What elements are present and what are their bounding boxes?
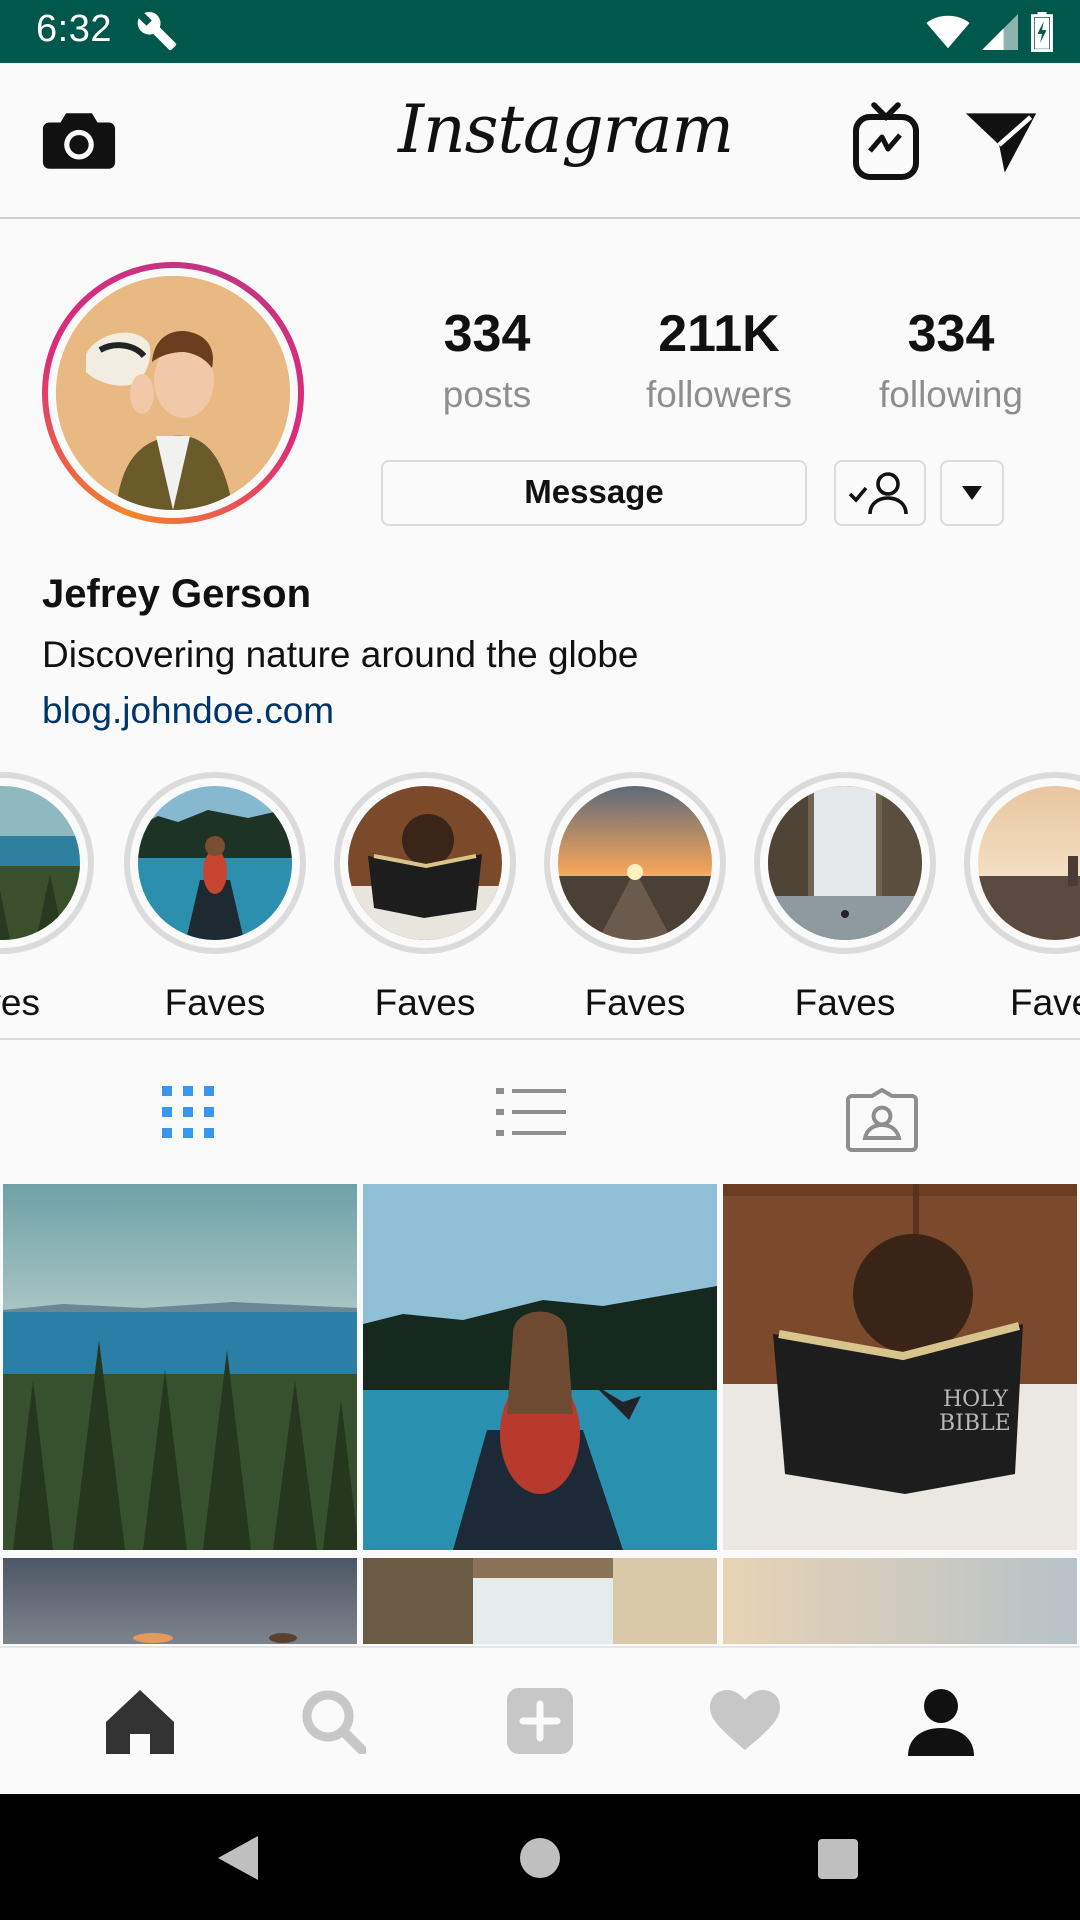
followers-label: followers [646, 374, 792, 415]
list-icon[interactable] [496, 1084, 566, 1140]
search-icon[interactable] [300, 1688, 366, 1754]
profile-icon[interactable] [906, 1688, 976, 1756]
tagged-icon[interactable] [846, 1088, 918, 1152]
top-app-bar: Instagram [0, 63, 1080, 219]
recents-icon[interactable] [818, 1839, 858, 1879]
highlight-label: Faves [0, 982, 40, 1023]
profile-name: Jefrey Gerson [42, 572, 312, 616]
post-thumbnail[interactable] [723, 1558, 1077, 1644]
highlight-item[interactable]: Faves [754, 772, 936, 1024]
wifi-icon [926, 15, 970, 49]
following-stat[interactable]: 334 following [851, 304, 1051, 416]
following-label: following [879, 374, 1023, 415]
following-button[interactable] [834, 460, 926, 526]
wrench-icon [137, 11, 177, 51]
profile-tabs [0, 1042, 1080, 1182]
more-options-button[interactable] [940, 460, 1004, 526]
following-count: 334 [907, 305, 995, 363]
posts-count: 334 [443, 305, 531, 363]
highlight-label: Faves [374, 982, 476, 1023]
direct-message-icon[interactable] [964, 109, 1038, 177]
highlight-item[interactable]: Faves [334, 772, 516, 1024]
highlight-label: Faves [164, 982, 266, 1023]
status-bar: 6:32 [0, 0, 1080, 63]
highlight-item[interactable]: Faves [544, 772, 726, 1024]
post-thumbnail[interactable]: HOLY BIBLE [723, 1184, 1077, 1550]
posts-label: posts [442, 374, 532, 415]
instagram-logo: Instagram [398, 91, 734, 168]
highlight-cover [0, 786, 80, 940]
followers-count: 211K [658, 305, 780, 363]
profile-avatar[interactable] [42, 262, 304, 524]
post-thumbnail[interactable] [3, 1184, 357, 1550]
signal-icon [982, 14, 1018, 50]
highlight-item[interactable]: Faves [964, 772, 1080, 1024]
home-icon[interactable] [104, 1688, 176, 1756]
profile-photo [56, 276, 290, 510]
back-icon[interactable] [218, 1836, 258, 1880]
story-highlights: Faves Faves Faves Faves Faves Faves [0, 768, 1080, 1040]
highlight-cover [558, 786, 712, 940]
highlight-item[interactable]: Faves [124, 772, 306, 1024]
svg-text:BIBLE: BIBLE [939, 1411, 1011, 1436]
status-icons [926, 12, 1054, 52]
system-navigation-bar [0, 1794, 1080, 1920]
person-check-icon [848, 472, 908, 515]
highlight-label: Faves [1010, 982, 1080, 1023]
bottom-navigation [0, 1646, 1080, 1794]
profile-bio: Discovering nature around the globe [42, 634, 639, 675]
highlight-cover [138, 786, 292, 940]
igtv-icon[interactable] [852, 101, 920, 181]
highlight-label: Faves [584, 982, 686, 1023]
home-circle-icon[interactable] [520, 1838, 560, 1878]
caret-down-icon [962, 486, 982, 500]
highlight-cover [978, 786, 1080, 940]
battery-charging-icon [1031, 12, 1053, 52]
posts-stat[interactable]: 334 posts [387, 304, 587, 416]
message-button[interactable]: Message [381, 460, 807, 526]
status-time: 6:32 [36, 8, 112, 50]
grid-icon[interactable] [160, 1084, 216, 1140]
svg-text:HOLY: HOLY [943, 1387, 1008, 1412]
highlight-label: Faves [794, 982, 896, 1023]
highlight-cover [348, 786, 502, 940]
heart-icon[interactable] [708, 1688, 782, 1752]
post-thumbnail[interactable] [3, 1558, 357, 1644]
post-grid: HOLY BIBLE [0, 1184, 1080, 1644]
profile-website-link[interactable]: blog.johndoe.com [42, 690, 334, 732]
highlight-cover [768, 786, 922, 940]
followers-stat[interactable]: 211K followers [619, 304, 819, 416]
post-thumbnail[interactable] [363, 1184, 717, 1550]
add-post-icon[interactable] [507, 1688, 573, 1754]
camera-icon[interactable] [42, 109, 116, 173]
post-thumbnail[interactable] [363, 1558, 717, 1644]
highlight-item[interactable]: Faves [0, 772, 94, 1024]
